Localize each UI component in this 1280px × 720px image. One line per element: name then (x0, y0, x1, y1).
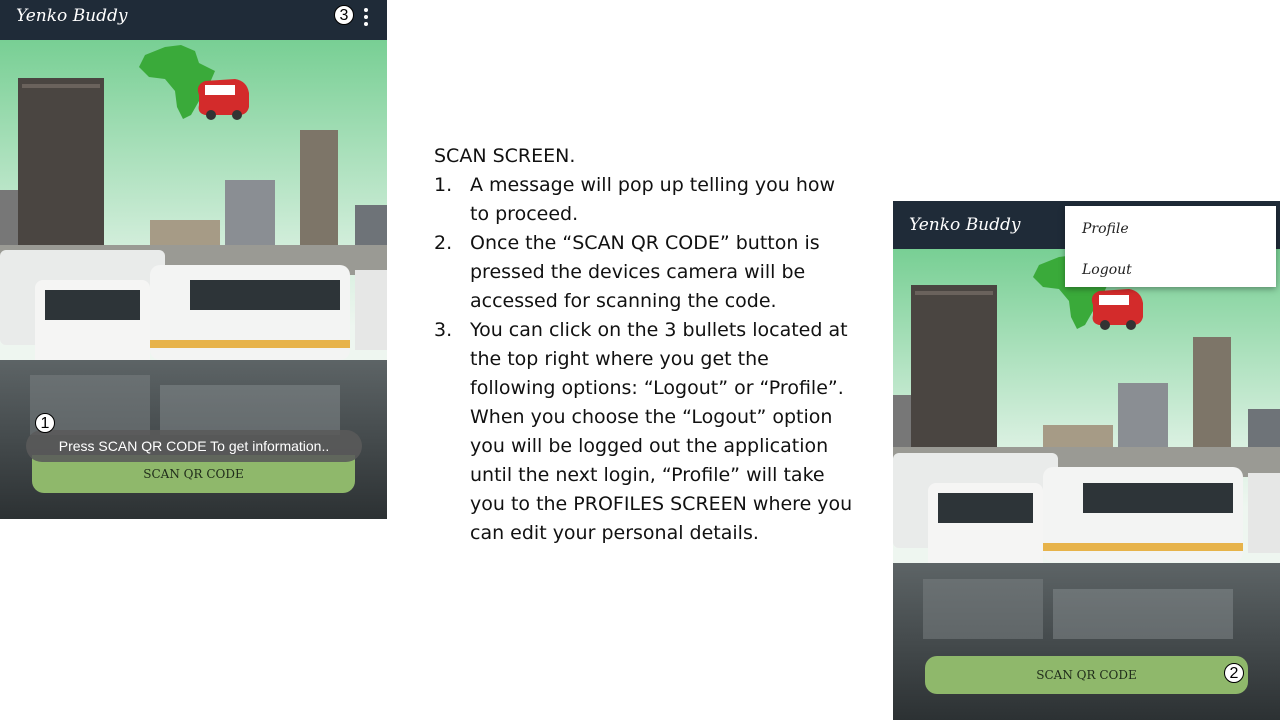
instructions-list: 1. A message will pop up telling you how… (434, 171, 854, 548)
overflow-menu-icon[interactable] (363, 8, 369, 26)
app-title: Yenko Buddy (16, 6, 128, 26)
instruction-text: You can click on the 3 bullets located a… (470, 319, 853, 544)
menu-item-logout[interactable]: Logout (1082, 262, 1132, 278)
instruction-item: 1. A message will pop up telling you how… (434, 171, 854, 229)
instructions-heading: SCAN SCREEN. (434, 145, 576, 167)
callout-badge-3: 3 (334, 5, 354, 25)
callout-badge-1: 1 (35, 413, 55, 433)
instruction-text: Once the “SCAN QR CODE” button is presse… (470, 232, 820, 312)
instruction-number: 2. (434, 232, 453, 254)
overflow-dropdown-menu: Profile Logout (1065, 206, 1276, 287)
app-bar: Yenko Buddy (0, 0, 387, 40)
callout-badge-2: 2 (1224, 663, 1244, 683)
app-title: Yenko Buddy (909, 215, 1021, 235)
scan-screen-right: Yenko Buddy Profile Logout SCAN QR CODE … (893, 201, 1280, 720)
scan-screen-left: Yenko Buddy 3 SCAN QR CODE Press SCAN QR… (0, 0, 387, 519)
instruction-item: 3. You can click on the 3 bullets locate… (434, 316, 854, 548)
instructions-panel: SCAN SCREEN. 1. A message will pop up te… (434, 142, 854, 548)
instruction-number: 1. (434, 174, 453, 196)
scan-qr-code-button[interactable]: SCAN QR CODE (925, 656, 1248, 694)
instruction-item: 2. Once the “SCAN QR CODE” button is pre… (434, 229, 854, 316)
yenko-buddy-logo (137, 41, 252, 121)
toast-message: Press SCAN QR CODE To get information.. (26, 430, 362, 462)
instruction-number: 3. (434, 319, 453, 341)
menu-item-profile[interactable]: Profile (1082, 221, 1129, 237)
instruction-text: A message will pop up telling you how to… (470, 174, 836, 225)
